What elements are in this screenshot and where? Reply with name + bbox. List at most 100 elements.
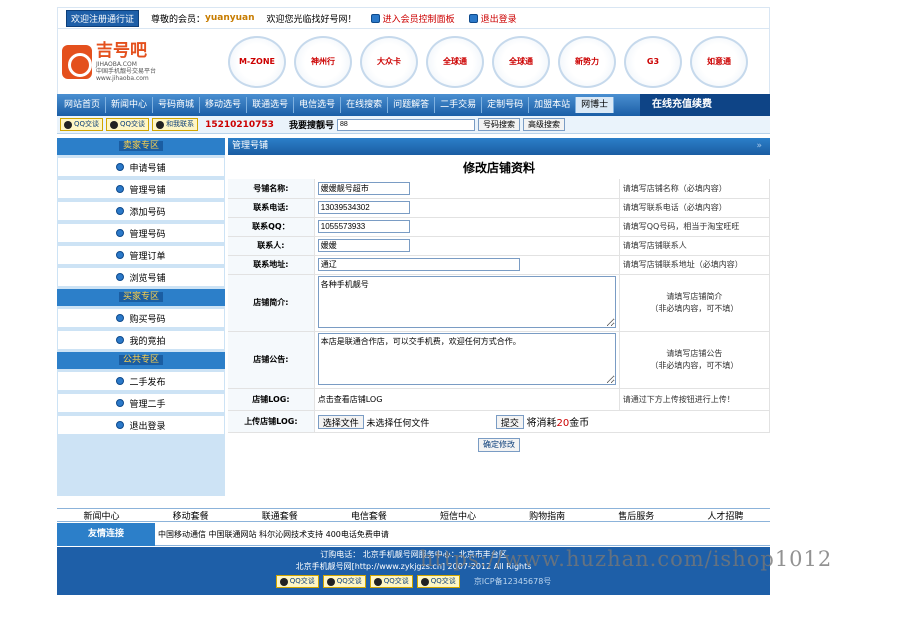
form-row-contact: 联系人: 请填写店铺联系人 (228, 236, 771, 256)
sidebar-item-add-number[interactable]: 添加号码 (57, 201, 225, 221)
nav-search[interactable]: 在线搜索 (341, 97, 389, 113)
panel-icon (370, 13, 380, 23)
nav-custom[interactable]: 定制号码 (482, 97, 530, 113)
nav-mobile[interactable]: 移动选号 (200, 97, 248, 113)
register-link[interactable]: 欢迎注册通行证 (66, 9, 140, 27)
cost-amount: 20 (556, 417, 570, 429)
nav-faq[interactable]: 问题解答 (388, 97, 436, 113)
nav-unicom[interactable]: 联通选号 (247, 97, 295, 113)
nav-home[interactable]: 网站首页 (59, 97, 107, 113)
footer-link-guide[interactable]: 购物指南 (529, 509, 565, 522)
footer-link-unicom[interactable]: 联通套餐 (262, 509, 298, 522)
buyer-section-header: 买家专区 (57, 289, 225, 306)
footer-link-sms[interactable]: 短信中心 (440, 509, 476, 522)
sidebar-item-buy-number[interactable]: 购买号码 (57, 308, 225, 328)
contact-me-button[interactable]: 和我联系 (152, 118, 199, 131)
shop-intro-textarea[interactable]: 各种手机靓号 (317, 275, 616, 328)
qq-chat-button[interactable]: QQ交谈 (106, 118, 150, 131)
recharge-button[interactable]: 在线充值续费 (640, 94, 770, 116)
top-bar: 欢迎注册通行证 尊敬的会员： yuanyuan 欢迎您光临找好号网！ 进入会员控… (57, 7, 770, 29)
nav-mall[interactable]: 号码商城 (153, 97, 201, 113)
footer-qq-button[interactable]: QQ交谈 (369, 575, 413, 588)
cost-prefix: 将消耗 (526, 417, 557, 429)
footer-link-mobile[interactable]: 移动套餐 (173, 509, 209, 522)
watermark: https://www.huzhan.com/ishop1012 (420, 547, 833, 571)
panel-header: 管理号铺 » (228, 138, 770, 155)
sidebar-item-logout[interactable]: 退出登录 (57, 415, 225, 435)
icp-number: 京ICP备12345678号 (473, 576, 552, 586)
qq-penguin-icon (373, 577, 382, 586)
logout-icon (468, 13, 478, 23)
number-search-button[interactable]: 号码搜索 (477, 118, 520, 131)
qq-input[interactable] (317, 220, 410, 233)
choose-file-button[interactable]: 选择文件 (317, 414, 364, 429)
brand-logo-quanqiutong[interactable]: 全球通 (492, 35, 550, 88)
nav-news[interactable]: 新闻中心 (106, 97, 154, 113)
brand-logo-g3[interactable]: G3 (624, 35, 682, 88)
shop-name-input[interactable] (317, 181, 410, 195)
sidebar-item-browse-shops[interactable]: 浏览号铺 (57, 267, 225, 287)
brand-logo-ruyitong[interactable]: 如意通 (690, 35, 748, 88)
upload-submit-button[interactable]: 提交 (495, 414, 524, 429)
brand-logo-dazhongka[interactable]: 大众卡 (360, 35, 418, 88)
shop-notice-textarea[interactable]: 本店是联通合作店，可以交手机费，欢迎任何方式合作。 (317, 332, 616, 385)
advanced-search-button[interactable]: 高级搜索 (522, 118, 565, 131)
address-input[interactable] (317, 258, 520, 271)
cost-suffix: 金币 (569, 417, 590, 429)
field-label: 联系人: (228, 236, 315, 256)
seller-section-header: 卖家专区 (57, 138, 225, 155)
header-banner: 吉号吧 JIHAOBA.COM 中国手机靓号交易平台 www.jihaoba.c… (57, 29, 770, 94)
sidebar-item-manage-secondhand[interactable]: 管理二手 (57, 393, 225, 413)
field-label: 上传店铺LOG: (228, 410, 315, 433)
friend-links: 友情连接 中国移动通信 中国联通网站 科尔沁网技术支持 400电话免费申请 (57, 522, 770, 546)
brand-logo-gotone[interactable]: 全球通 (426, 35, 484, 88)
sidebar-item-manage-number[interactable]: 管理号码 (57, 223, 225, 243)
brand-list: M-ZONE 神州行 大众卡 全球通 全球通 新势力 G3 如意通 (228, 35, 748, 88)
sidebar-item-manage-shop[interactable]: 管理号铺 (57, 179, 225, 199)
nav-join[interactable]: 加盟本站 (529, 97, 577, 113)
logout-link[interactable]: 退出登录 (468, 12, 517, 25)
sidebar-item-manage-orders[interactable]: 管理订单 (57, 245, 225, 265)
search-label: 我要搜靓号 (288, 121, 334, 131)
qq-penguin-icon (420, 577, 429, 586)
footer-link-service[interactable]: 售后服务 (618, 509, 654, 522)
form-title: 修改店铺资料 (462, 161, 535, 175)
nav-secondhand[interactable]: 二手交易 (435, 97, 483, 113)
site-logo[interactable]: 吉号吧 JIHAOBA.COM 中国手机靓号交易平台 www.jihaoba.c… (58, 32, 208, 92)
brand-logo-shenzhouxing[interactable]: 神州行 (294, 35, 352, 88)
view-logo-link[interactable]: 点击查看店铺LOG (314, 388, 620, 411)
field-hint: 请填写店铺联系人 (619, 236, 771, 256)
phone-input[interactable] (317, 201, 410, 214)
public-section-header: 公共专区 (57, 352, 225, 369)
number-search-input[interactable] (336, 118, 475, 131)
footer-qq-button[interactable]: QQ交谈 (322, 575, 366, 588)
field-label: 联系QQ： (228, 217, 315, 237)
sidebar-item-my-bids[interactable]: 我的竞拍 (57, 330, 225, 350)
footer-qq-button[interactable]: QQ交谈 (416, 575, 460, 588)
nav-doctor[interactable]: 网博士 (576, 97, 615, 113)
footer-link-jobs[interactable]: 人才招聘 (707, 509, 743, 522)
field-hint-optional: （非必填内容，可不填） (650, 303, 739, 313)
username: yuanyuan (205, 13, 255, 23)
sidebar-item-apply-shop[interactable]: 申请号铺 (57, 157, 225, 177)
footer-link-telecom[interactable]: 电信套餐 (351, 509, 387, 522)
collapse-icon[interactable]: » (756, 138, 762, 155)
footer-link-news[interactable]: 新闻中心 (84, 509, 120, 522)
field-hint: 请填写联系电话（必填内容） (619, 198, 771, 218)
footer-nav: 新闻中心 移动套餐 联通套餐 电信套餐 短信中心 购物指南 售后服务 人才招聘 (57, 508, 770, 522)
brand-logo-xinshili[interactable]: 新势力 (558, 35, 616, 88)
friend-links-list[interactable]: 中国移动通信 中国联通网站 科尔沁网技术支持 400电话免费申请 (158, 529, 389, 540)
confirm-modify-button[interactable]: 确定修改 (478, 437, 520, 452)
form-row-address: 联系地址: 请填写店铺联系地址（必填内容） (228, 255, 771, 275)
field-label: 联系电话: (228, 198, 315, 218)
control-panel-link[interactable]: 进入会员控制面板 (370, 12, 455, 25)
contact-person-input[interactable] (317, 239, 410, 252)
main-panel: 管理号铺 » 修改店铺资料 号铺名称: 请填写店铺名称（必填内容） 联系电话: … (228, 138, 771, 496)
panel-title: 管理号铺 (232, 141, 269, 151)
nav-telecom[interactable]: 电信选号 (294, 97, 342, 113)
field-label: 店铺公告: (228, 331, 315, 389)
sidebar-item-post-secondhand[interactable]: 二手发布 (57, 371, 225, 391)
footer-qq-button[interactable]: QQ交谈 (275, 575, 319, 588)
qq-chat-button[interactable]: QQ交谈 (60, 118, 104, 131)
brand-logo-mzone[interactable]: M-ZONE (228, 35, 286, 88)
